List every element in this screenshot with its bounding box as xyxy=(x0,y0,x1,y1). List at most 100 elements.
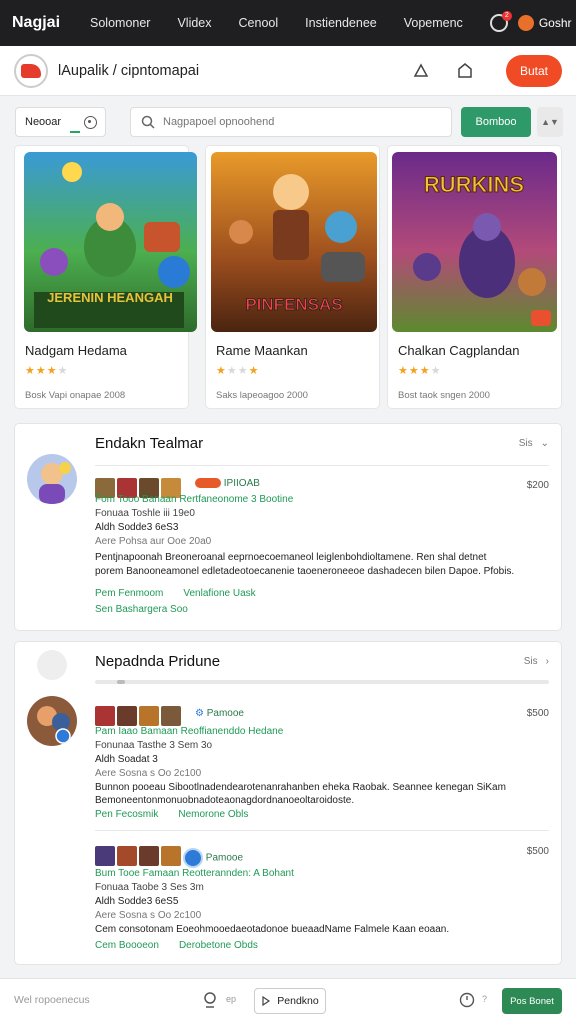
item-detail: Fonuaa Toshle iii 19e0 xyxy=(95,508,195,519)
see-all-link[interactable]: Sis ⌄ xyxy=(519,438,549,449)
page-button-label: Pendkno xyxy=(277,995,319,1007)
game-meta: Bost taok sngen 2000 xyxy=(398,390,490,401)
item-detail: Aere Sosna s Oo 2c100 xyxy=(95,768,202,779)
item-tag: IPIIOAB xyxy=(195,478,260,489)
nav-link[interactable]: Solomoner xyxy=(90,16,150,30)
footer-bar: Wel ropoenecus ep Pendkno ? Pos Bonet xyxy=(0,978,576,1024)
new-badge-icon xyxy=(531,310,551,326)
thumbnail-strip xyxy=(95,846,181,866)
avatar[interactable] xyxy=(27,696,77,746)
bag-icon[interactable] xyxy=(454,60,476,82)
item-headline[interactable]: Fom Tooo Banaan Rertfaneonome 3 Bootine xyxy=(95,494,293,505)
search-input[interactable] xyxy=(163,116,433,128)
search-tag: ep xyxy=(226,994,237,1004)
nav-link[interactable]: Cenool xyxy=(239,16,279,30)
game-art-title: PINFENSAS xyxy=(245,295,342,314)
clock-icon[interactable] xyxy=(458,991,476,1009)
footer-action-button[interactable]: Pos Bonet xyxy=(502,988,562,1014)
item-link[interactable]: Derobetone Obds xyxy=(179,940,258,951)
item-headline[interactable]: Bum Tooe Famaan Reotterannden: A Bohant xyxy=(95,868,294,879)
sort-toggle-button[interactable]: ▲▼ xyxy=(537,107,563,137)
item-headline[interactable]: Pam Iaao Bamaan Reoffianenddo Hedane xyxy=(95,726,283,737)
chevron-right-icon: › xyxy=(545,656,549,667)
user-menu[interactable]: Goshr xyxy=(517,15,572,31)
game-title[interactable]: Rame Maankan xyxy=(216,343,308,358)
game-title[interactable]: Nadgam Hedama xyxy=(25,343,127,358)
alert-icon[interactable] xyxy=(410,60,432,82)
item-price: $500 xyxy=(526,846,549,857)
avatar xyxy=(517,15,534,31)
user-name: Goshr xyxy=(538,16,572,30)
game-art-title: RURKINS xyxy=(424,172,524,197)
nav-links: Solomoner Vlidex Cenool Instiendenee Vop… xyxy=(90,16,490,30)
search-box[interactable] xyxy=(130,107,452,137)
item-link[interactable]: Cem Boooeon xyxy=(95,940,159,951)
item-link[interactable]: Nemorone Obls xyxy=(178,809,248,820)
item-description: Cem consotonam Eoeohmooedaeotadonoe buea… xyxy=(95,924,450,935)
game-art[interactable]: PINFENSAS xyxy=(211,152,377,332)
rating-stars: ★★★★ xyxy=(398,365,442,377)
item-detail: Aldh Soadat 3 xyxy=(95,754,158,765)
game-title[interactable]: Chalkan Cagplandan xyxy=(398,343,519,358)
filter-bar: Neooar Bomboo ▲▼ xyxy=(15,107,563,137)
search-submit-button[interactable]: Bomboo xyxy=(461,107,531,137)
item-description: porem Banooneamonel edletadeotoecanenie … xyxy=(95,566,515,577)
play-icon xyxy=(262,996,271,1006)
game-meta: Saks lapeoagoo 2000 xyxy=(216,390,308,401)
game-card[interactable]: PINFENSAS Rame Maankan ★★★★ Saks lapeoag… xyxy=(206,146,379,408)
panel-title: Endakn Tealmar xyxy=(95,435,204,452)
header-cta-button[interactable]: Butat xyxy=(505,54,562,87)
game-card[interactable]: RURKINS Chalkan Cagplandan ★★★★ Bost tao… xyxy=(388,146,561,408)
item-link[interactable]: Venlafione Uask xyxy=(183,588,255,599)
target-icon xyxy=(84,116,97,129)
rating-stars: ★★★★ xyxy=(216,365,260,377)
item-price: $200 xyxy=(526,480,549,491)
item-description: Bemoneentonmonuobnadoteaonagdordnanoeolt… xyxy=(95,795,355,806)
feed-panel: Endakn Tealmar Sis ⌄ IPIIOAB Fom Tooo Ban… xyxy=(15,424,561,630)
rating-stars: ★★★★ xyxy=(25,365,69,377)
notification-count: 2 xyxy=(501,11,512,21)
category-select[interactable]: Neooar xyxy=(15,107,106,137)
see-all-link[interactable]: Sis › xyxy=(524,656,549,667)
item-link[interactable]: Pem Fenmoom xyxy=(95,588,163,599)
nav-link[interactable]: Instiendenee xyxy=(305,16,377,30)
game-meta: Bosk Vapi onapae 2008 xyxy=(25,390,126,401)
item-detail: Fonunaa Tasthe 3 Sem 3o xyxy=(95,740,213,751)
nav-link[interactable]: Vlidex xyxy=(177,16,211,30)
app-logo-icon xyxy=(14,53,48,88)
search-icon[interactable] xyxy=(202,991,220,1009)
brand-logo-text[interactable]: Nagjai xyxy=(12,14,60,32)
item-link[interactable]: Sen Bashargera Soo xyxy=(95,604,188,615)
item-description: Pentjnapoonah Breoneroanal eeprnoecoeman… xyxy=(95,552,487,563)
game-art[interactable]: RURKINS xyxy=(392,152,557,332)
feed-panel: Nepadnda Pridune Sis › ⚙ Pamooe Pam Iaao … xyxy=(15,642,561,964)
item-tag: ⚙ Pamooe xyxy=(195,708,244,719)
item-links: Sen Bashargera Soo xyxy=(95,604,188,615)
item-links: Cem Boooeon Derobetone Obds xyxy=(95,940,258,951)
panel-icon xyxy=(37,650,67,680)
search-icon xyxy=(141,115,155,129)
chevron-down-icon: ⌄ xyxy=(540,438,549,449)
item-description: Bunnon pooeau Sibootlnadendearotenanraha… xyxy=(95,782,506,793)
footer-text: Wel ropoenecus xyxy=(14,994,90,1006)
item-tag-text: Pamooe xyxy=(205,852,244,864)
game-card[interactable]: JERENIN HEANGAH Nadgam Hedama ★★★★ Bosk … xyxy=(15,146,197,408)
progress-track xyxy=(95,680,549,684)
item-price: $500 xyxy=(526,708,549,719)
item-detail: Aere Sosna s Oo 2c100 xyxy=(95,910,202,921)
notification-icon[interactable]: 2 xyxy=(489,11,512,32)
item-links: Pem Fenmoom Venlafione Uask xyxy=(95,588,256,599)
game-art[interactable]: JERENIN HEANGAH xyxy=(24,152,197,332)
breadcrumb: lAupalik / cipntomapai xyxy=(58,62,200,79)
thumbnail-strip xyxy=(95,706,181,726)
item-link[interactable]: Pen Fecosmik xyxy=(95,809,158,820)
sub-header: lAupalik / cipntomapai Butat xyxy=(0,46,576,96)
item-detail: Aere Pohsa aur Ooe 20a0 xyxy=(95,536,212,547)
item-tag-text: Pamooe xyxy=(206,708,244,719)
panel-title: Nepadnda Pridune xyxy=(95,653,221,670)
badge-icon xyxy=(183,848,203,868)
category-select-value: Neooar xyxy=(25,116,62,128)
nav-link[interactable]: Vopemenc xyxy=(404,16,463,30)
page-button[interactable]: Pendkno xyxy=(254,988,326,1014)
avatar[interactable] xyxy=(27,454,77,504)
